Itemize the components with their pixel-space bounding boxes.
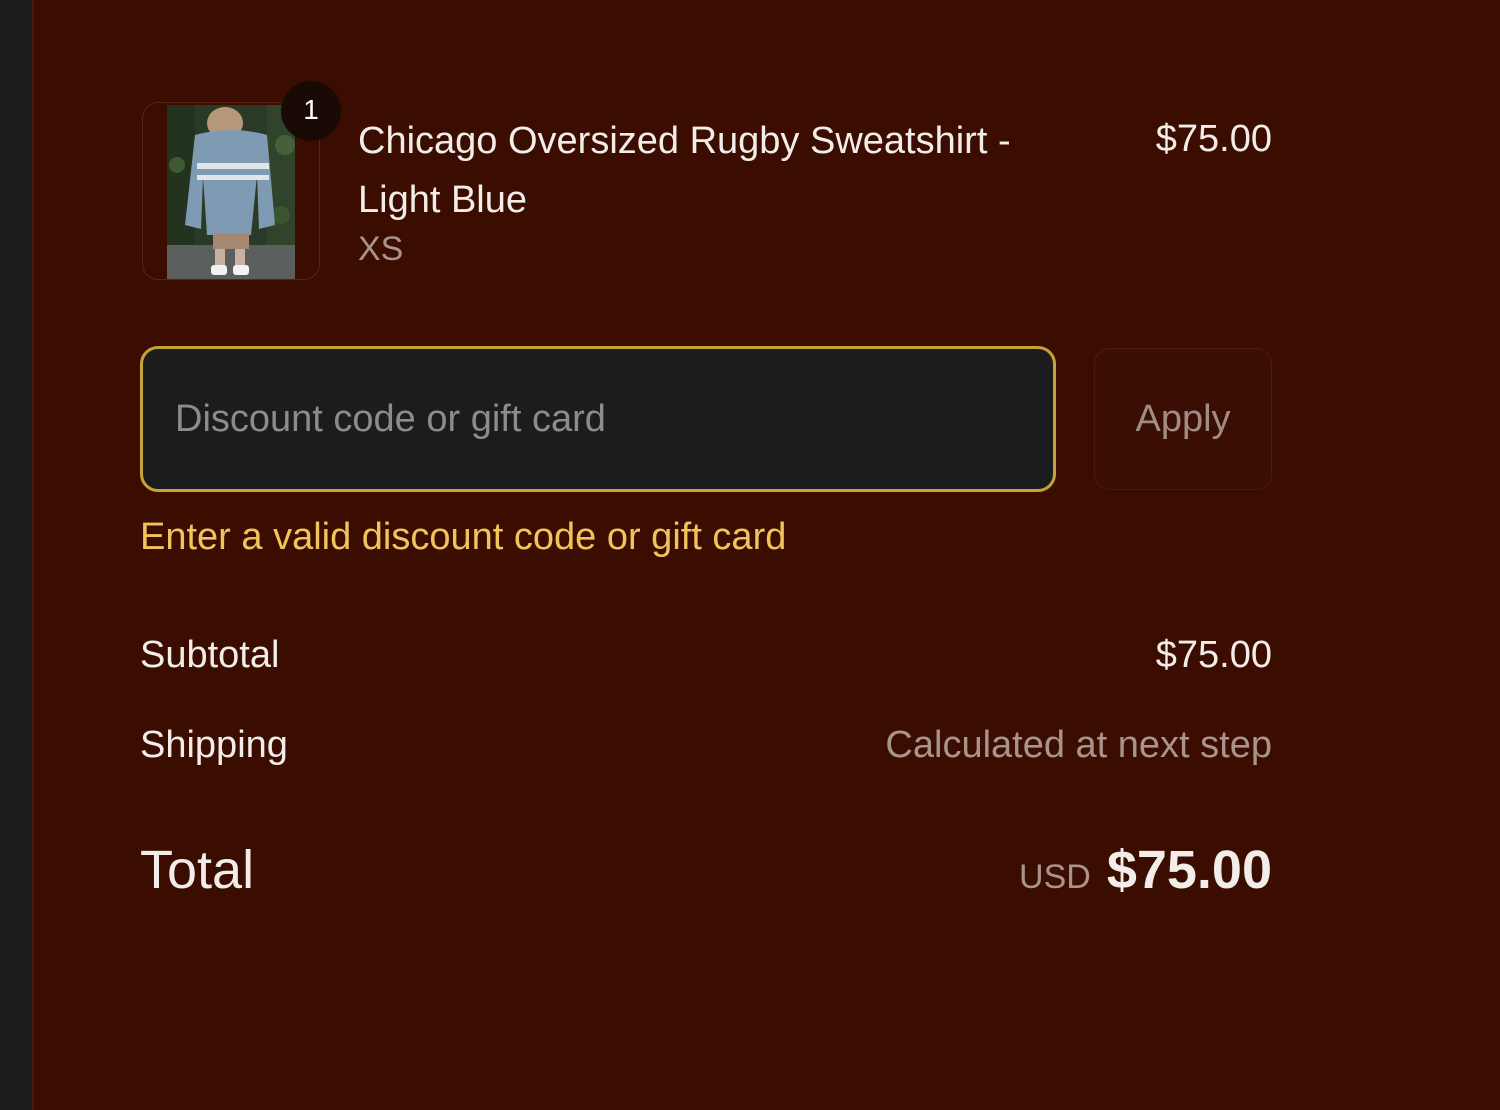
panel-divider xyxy=(32,0,34,1110)
currency-code: USD xyxy=(1019,858,1091,896)
product-title: Chicago Oversized Rugby Sweatshirt - Lig… xyxy=(358,120,1011,221)
order-summary: 1 Chicago Oversized Rugby Sweatshirt - L… xyxy=(140,0,1272,1110)
product-thumbnail: 1 xyxy=(142,81,341,280)
discount-error-message: Enter a valid discount code or gift card xyxy=(140,516,787,558)
apply-discount-button[interactable]: Apply xyxy=(1094,348,1272,490)
product-price: $75.00 xyxy=(1155,118,1272,160)
total-amount: $75.00 xyxy=(1106,840,1272,900)
shipping-value: Calculated at next step xyxy=(885,724,1272,766)
product-variant: XS xyxy=(358,230,404,268)
shipping-label: Shipping xyxy=(140,724,288,766)
subtotal-value: $75.00 xyxy=(1155,634,1272,676)
left-panel-edge xyxy=(0,0,32,1110)
total-value: USD $75.00 xyxy=(1019,838,1272,916)
discount-code-input[interactable] xyxy=(140,346,1056,492)
quantity-badge: 1 xyxy=(281,81,341,141)
subtotal-label: Subtotal xyxy=(140,634,280,676)
total-label: Total xyxy=(140,840,255,900)
product-photo-sweatshirt-icon xyxy=(167,105,295,279)
